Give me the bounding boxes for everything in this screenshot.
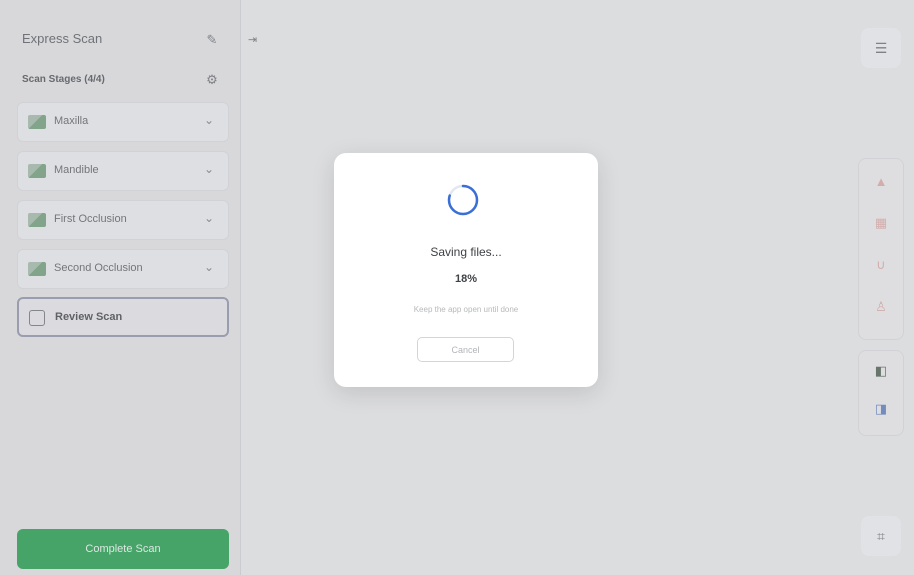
- dialog-note: Keep the app open until done: [413, 305, 519, 314]
- dialog-title: Saving files...: [430, 245, 502, 259]
- loading-spinner-icon: [447, 184, 479, 216]
- progress-percent: 18%: [454, 273, 478, 285]
- saving-dialog: Saving files... 18% Keep the app open un…: [334, 153, 598, 387]
- cancel-button[interactable]: Cancel: [417, 337, 514, 362]
- app-window: Express Scan ✎ Scan Stages (4/4) ⚙ Maxil…: [0, 0, 914, 575]
